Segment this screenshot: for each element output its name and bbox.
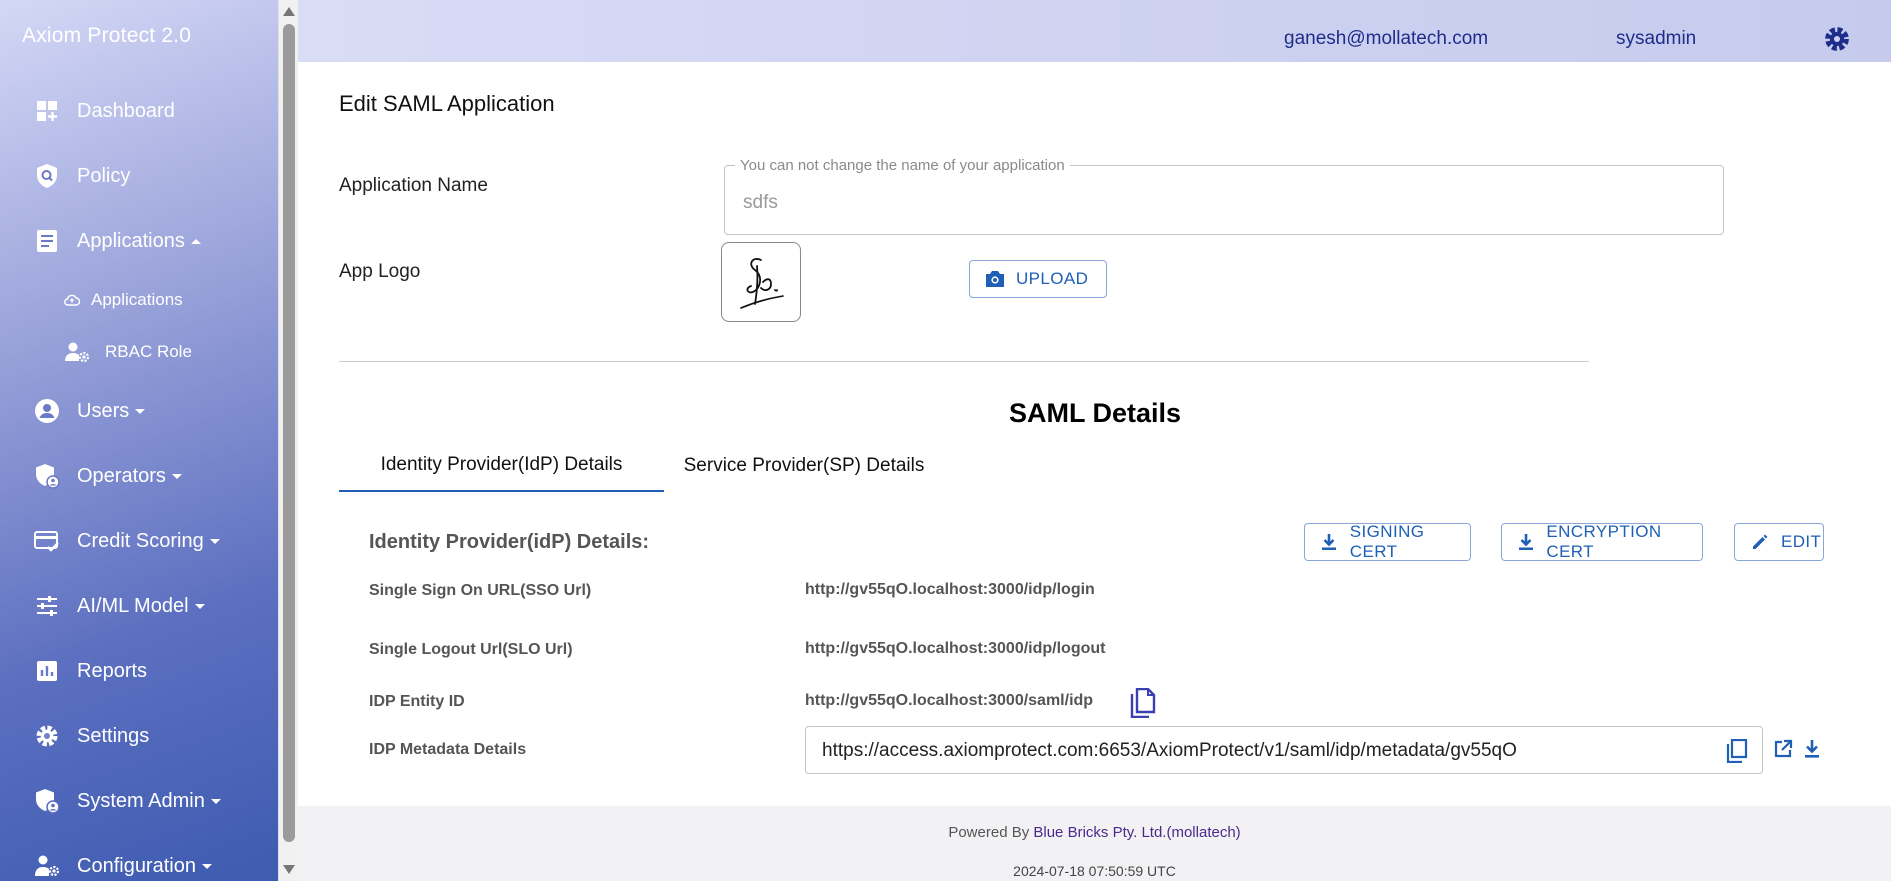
- app-logo-image: [721, 242, 801, 322]
- idp-metadata-label: IDP Metadata Details: [369, 741, 526, 759]
- copy-icon[interactable]: [1130, 688, 1156, 723]
- dashboard-icon: [34, 98, 60, 124]
- download-icon: [1319, 531, 1340, 553]
- scroll-down-arrow[interactable]: [283, 865, 295, 874]
- sso-url-label: Single Sign On URL(SSO Url): [369, 582, 591, 600]
- sidebar-item-aiml-model[interactable]: AI/ML Model: [0, 584, 278, 628]
- edit-button[interactable]: EDIT: [1734, 523, 1824, 561]
- edit-icon: [1749, 531, 1771, 553]
- policy-icon: [34, 163, 60, 189]
- idp-metadata-value: https://access.axiomprotect.com:6653/Axi…: [822, 740, 1517, 762]
- operators-icon: [34, 463, 60, 489]
- idp-entity-id-label: IDP Entity ID: [369, 693, 465, 711]
- cloud-upload-icon: [62, 290, 82, 310]
- chevron-up-icon: [191, 239, 201, 244]
- chevron-down-icon: [210, 539, 220, 544]
- signature-logo: [731, 248, 791, 316]
- sidebar-item-policy[interactable]: Policy: [0, 154, 278, 198]
- idp-entity-id-value: http://gv55qO.localhost:3000/saml/idp: [805, 692, 1093, 710]
- camera-icon: [984, 268, 1006, 290]
- application-name-legend: You can not change the name of your appl…: [735, 157, 1070, 174]
- sidebar: Axiom Protect 2.0 Dashboard Policy Appli…: [0, 0, 278, 881]
- sidebar-item-system-admin[interactable]: System Admin: [0, 779, 278, 823]
- sidebar-item-label: Policy: [77, 165, 130, 188]
- section-divider: [339, 361, 1589, 362]
- encryption-cert-label: ENCRYPTION CERT: [1546, 522, 1702, 562]
- settings-icon: [34, 723, 60, 749]
- company-link[interactable]: Blue Bricks Pty. Ltd.(mollatech): [1033, 824, 1240, 841]
- sidebar-item-label: Dashboard: [77, 100, 175, 123]
- scroll-up-arrow[interactable]: [283, 7, 295, 16]
- user-email: ganesh@mollatech.com: [1284, 28, 1488, 50]
- sidebar-item-label: Reports: [77, 660, 147, 683]
- sidebar-item-reports[interactable]: Reports: [0, 649, 278, 693]
- footer: Powered By Blue Bricks Pty. Ltd.(mollate…: [298, 806, 1891, 881]
- edit-label: EDIT: [1781, 532, 1821, 552]
- footer-timestamp: 2024-07-18 07:50:59 UTC: [298, 863, 1891, 879]
- applications-icon: [34, 228, 60, 254]
- idp-metadata-field[interactable]: https://access.axiomprotect.com:6653/Axi…: [805, 726, 1763, 774]
- sidebar-item-applications[interactable]: Applications: [0, 219, 278, 263]
- scroll-thumb[interactable]: [283, 24, 295, 842]
- tab-idp-details[interactable]: Identity Provider(IdP) Details: [339, 440, 664, 492]
- chevron-down-icon: [195, 604, 205, 609]
- sidebar-item-label: Credit Scoring: [77, 530, 220, 553]
- aiml-icon: [34, 593, 60, 619]
- download-icon: [1516, 531, 1536, 553]
- tab-sp-details[interactable]: Service Provider(SP) Details: [664, 440, 944, 492]
- copy-icon[interactable]: [1726, 739, 1748, 763]
- upload-button[interactable]: UPLOAD: [969, 260, 1107, 298]
- sidebar-item-settings[interactable]: Settings: [0, 714, 278, 758]
- user-gear-icon: [64, 342, 90, 362]
- reports-icon: [34, 658, 60, 684]
- app-logo-label: App Logo: [339, 261, 420, 283]
- sidebar-item-credit-scoring[interactable]: Credit Scoring: [0, 519, 278, 563]
- sidebar-subitem-label: Applications: [91, 290, 183, 310]
- application-name-field[interactable]: You can not change the name of your appl…: [724, 165, 1724, 235]
- tab-label: Service Provider(SP) Details: [684, 455, 925, 477]
- sidebar-item-label: AI/ML Model: [77, 595, 205, 618]
- slo-url-label: Single Logout Url(SLO Url): [369, 641, 573, 659]
- slo-url-value: http://gv55qO.localhost:3000/idp/logout: [805, 640, 1105, 658]
- gear-icon[interactable]: [1824, 26, 1850, 52]
- sidebar-item-operators[interactable]: Operators: [0, 454, 278, 498]
- saml-details-title: SAML Details: [0, 398, 1891, 429]
- chevron-down-icon: [202, 864, 212, 869]
- powered-by: Powered By Blue Bricks Pty. Ltd.(mollate…: [298, 824, 1891, 841]
- sidebar-item-configuration[interactable]: Configuration: [0, 844, 278, 881]
- sidebar-subitem-label: RBAC Role: [105, 342, 192, 362]
- chevron-down-icon: [211, 799, 221, 804]
- signing-cert-label: SIGNING CERT: [1350, 522, 1470, 562]
- sidebar-item-label: Settings: [77, 725, 149, 748]
- top-bar: ganesh@mollatech.com sysadmin: [298, 0, 1891, 62]
- application-name-label: Application Name: [339, 175, 488, 197]
- credit-scoring-icon: [34, 528, 60, 554]
- user-role: sysadmin: [1616, 28, 1696, 50]
- sidebar-subitem-rbac-role[interactable]: RBAC Role: [0, 334, 278, 370]
- open-external-icon[interactable]: [1773, 739, 1793, 764]
- sidebar-item-dashboard[interactable]: Dashboard: [0, 89, 278, 133]
- encryption-cert-button[interactable]: ENCRYPTION CERT: [1501, 523, 1703, 561]
- powered-prefix: Powered By: [948, 824, 1033, 841]
- configuration-icon: [34, 853, 60, 879]
- sidebar-subitem-applications[interactable]: Applications: [0, 282, 278, 318]
- sidebar-scrollbar[interactable]: [278, 0, 298, 881]
- download-icon[interactable]: [1803, 739, 1821, 764]
- application-name-value: sdfs: [743, 192, 778, 214]
- chevron-down-icon: [172, 474, 182, 479]
- upload-label: UPLOAD: [1016, 269, 1088, 289]
- idp-details-heading: Identity Provider(idP) Details:: [369, 531, 649, 554]
- sidebar-item-label: System Admin: [77, 790, 221, 813]
- app-title: Axiom Protect 2.0: [22, 24, 191, 48]
- tab-label: Identity Provider(IdP) Details: [381, 454, 623, 476]
- sidebar-item-label: Operators: [77, 465, 182, 488]
- sidebar-item-label: Configuration: [77, 855, 212, 878]
- signing-cert-button[interactable]: SIGNING CERT: [1304, 523, 1471, 561]
- sso-url-value: http://gv55qO.localhost:3000/idp/login: [805, 581, 1095, 599]
- sidebar-item-label: Applications: [77, 230, 201, 253]
- page-title: Edit SAML Application: [339, 91, 555, 117]
- system-admin-icon: [34, 788, 60, 814]
